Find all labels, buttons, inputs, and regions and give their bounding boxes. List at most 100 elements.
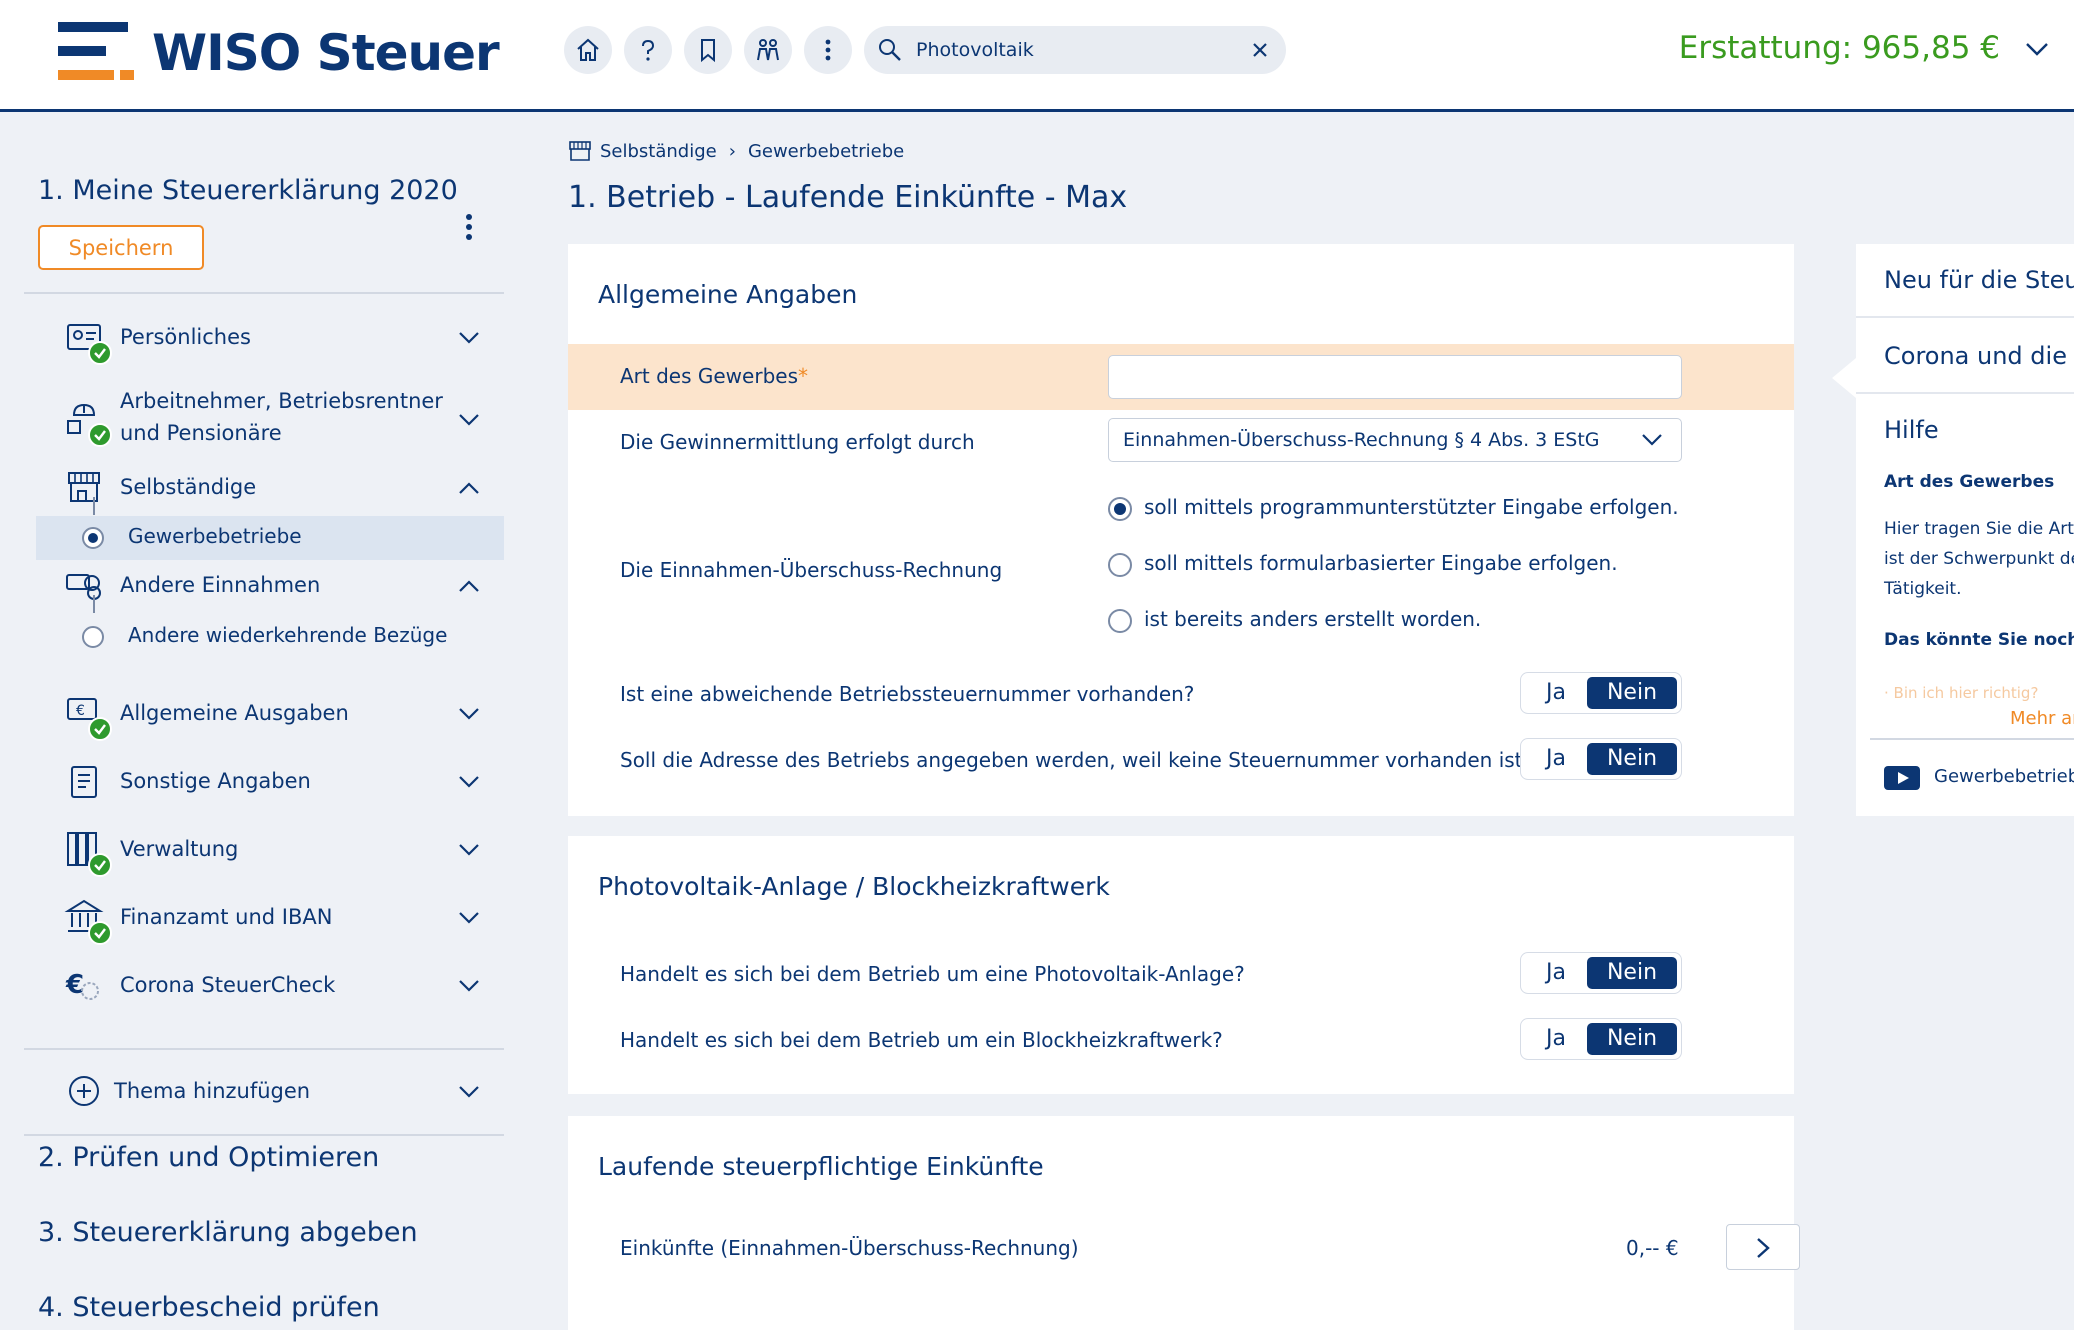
row-betriebssteuernummer: Ist eine abweichende Betriebssteuernumme… [568,662,1794,728]
radio-circle [1108,609,1132,633]
panel-item-corona[interactable]: Corona und die S [1856,320,2074,394]
divider [24,1048,504,1050]
breadcrumb-item[interactable]: Selbständige [600,141,717,162]
yes-option[interactable]: Ja [1525,1023,1587,1055]
help-text: Hier tragen Sie die Art d [1884,519,2074,539]
shop-icon [569,141,591,161]
card-laufende-einkuenfte: Laufende steuerpflichtige Einkünfte Eink… [568,1116,1800,1310]
gewinnermittlung-select[interactable]: Einnahmen-Überschuss-Rechnung § 4 Abs. 3… [1108,418,1682,462]
bookmark-button[interactable] [684,26,732,74]
faded-link[interactable]: · Bin ich hier richtig? [1884,684,2038,702]
sidebar-subitem-label: Andere wiederkehrende Bezüge [128,623,448,647]
id-card-icon [64,317,112,365]
row-adresse-betrieb: Soll die Adresse des Betriebs angegeben … [568,728,1794,794]
chevron-down-icon [459,708,479,720]
sidebar: 1. Meine Steuererklärung 2020 Speichern … [0,115,520,1330]
sidebar-subitem-andere-bezuege[interactable]: Andere wiederkehrende Bezüge [36,615,504,659]
page-title: 1. Betrieb - Laufende Einkünfte - Max [568,180,1128,215]
row-art-des-gewerbes: Art des Gewerbes* [568,344,1794,410]
yes-no-toggle: Ja Nein [1520,672,1682,714]
add-topic-label: Thema hinzufügen [114,1079,311,1103]
refund-amount[interactable]: Erstattung: 965,85 € [1679,30,2000,66]
sidebar-item-selbstaendige[interactable]: Selbständige [24,453,504,521]
radio-indicator [82,527,104,549]
declaration-title[interactable]: 1. Meine Steuererklärung 2020 [38,175,458,206]
amount-value: 0,-- € [1626,1236,1679,1260]
right-panel: Neu für die Steuer Corona und die S Hilf… [1856,244,2074,816]
no-option[interactable]: Nein [1587,957,1677,989]
sidebar-item-label: Finanzamt und IBAN [120,905,333,929]
yes-option[interactable]: Ja [1525,677,1587,709]
step-bescheid[interactable]: 4. Steuerbescheid prüfen [38,1292,380,1323]
sidebar-item-label: Sonstige Angaben [120,769,311,793]
art-des-gewerbes-input[interactable] [1108,355,1682,399]
panel-item-neu[interactable]: Neu für die Steuer [1856,244,2074,318]
tree-connector [93,497,95,515]
sidebar-item-andere-einnahmen[interactable]: Andere Einnahmen [24,551,504,619]
panel-item-label: Corona und die S [1884,342,2074,370]
more-menu-button[interactable] [804,26,852,74]
field-label: Die Gewinnermittlung erfolgt durch [620,430,975,454]
more-vertical-icon[interactable] [458,210,480,250]
section-title: Laufende steuerpflichtige Einkünfte [598,1152,1044,1181]
sidebar-item-persoenliches[interactable]: Persönliches [24,303,504,371]
svg-text:€: € [65,970,84,1000]
no-option[interactable]: Nein [1587,677,1677,709]
save-button[interactable]: Speichern [38,225,204,270]
help-button[interactable] [624,26,672,74]
chevron-down-icon[interactable] [2024,40,2050,58]
sidebar-item-label: Andere Einnahmen [120,573,321,597]
field-label: Handelt es sich bei dem Betrieb um eine … [620,962,1245,986]
breadcrumb-separator: › [728,140,736,162]
video-label: Gewerbebetrieb [1934,766,2074,787]
yes-option[interactable]: Ja [1525,957,1587,989]
radio-label: ist bereits anders erstellt worden. [1144,607,1482,631]
brand-name: WISO Steuer [152,24,500,82]
row-photovoltaik: Handelt es sich bei dem Betrieb um eine … [568,942,1794,1008]
field-label: Handelt es sich bei dem Betrieb um ein B… [620,1028,1223,1052]
add-topic-button[interactable]: Thema hinzufügen [24,1057,504,1125]
search-input[interactable] [916,26,1216,74]
sidebar-item-allgemeine-ausgaben[interactable]: € Allgemeine Ausgaben [24,679,504,747]
sidebar-item-verwaltung[interactable]: Verwaltung [24,815,504,883]
sidebar-item-arbeitnehmer[interactable]: Arbeitnehmer, Betriebsrentner und Pensio… [24,373,504,465]
sidebar-item-label: Corona SteuerCheck [120,973,336,997]
wiso-logo[interactable]: WISO Steuer [58,22,500,88]
breadcrumb: Selbständige › Gewerbebetriebe [568,140,904,162]
field-label: Einkünfte (Einnahmen-Überschuss-Rechnung… [620,1236,1079,1260]
divider [1870,738,2074,740]
no-option[interactable]: Nein [1587,1023,1677,1055]
step-pruefen[interactable]: 2. Prüfen und Optimieren [38,1142,379,1173]
people-icon [757,39,779,61]
step-abgeben[interactable]: 3. Steuererklärung abgeben [38,1217,418,1248]
breadcrumb-item[interactable]: Gewerbebetriebe [748,141,904,162]
radio-circle [1108,497,1132,521]
question-icon [642,39,655,61]
logo-bar [58,46,106,56]
check-icon [88,341,112,365]
chevron-down-icon [459,332,479,344]
no-option[interactable]: Nein [1587,743,1677,775]
sidebar-item-finanzamt[interactable]: Finanzamt und IBAN [24,883,504,951]
radio-circle [1108,553,1132,577]
clear-search-icon[interactable] [1250,40,1270,60]
search-bar[interactable] [864,26,1286,74]
open-details-button[interactable] [1726,1224,1800,1270]
field-label: Art des Gewerbes* [620,364,808,388]
money-icon: € [64,693,112,741]
section-title: Allgemeine Angaben [598,280,858,309]
panel-item-label: Neu für die Steuer [1884,266,2074,294]
sidebar-item-corona[interactable]: € Corona SteuerCheck [24,951,504,1019]
sidebar-item-sonstige-angaben[interactable]: Sonstige Angaben [24,747,504,815]
svg-text:€: € [76,703,85,719]
radio-label: soll mittels formularbasierter Eingabe e… [1144,551,1618,575]
bookmark-icon [701,39,715,63]
sidebar-item-label: Arbeitnehmer, Betriebsrentner [120,389,443,413]
home-button[interactable] [564,26,612,74]
check-icon [88,717,112,741]
people-button[interactable] [744,26,792,74]
chevron-down-icon [1642,434,1662,446]
check-icon [88,423,112,447]
yes-option[interactable]: Ja [1525,743,1587,775]
more-link[interactable]: Mehr an [2010,708,2074,729]
